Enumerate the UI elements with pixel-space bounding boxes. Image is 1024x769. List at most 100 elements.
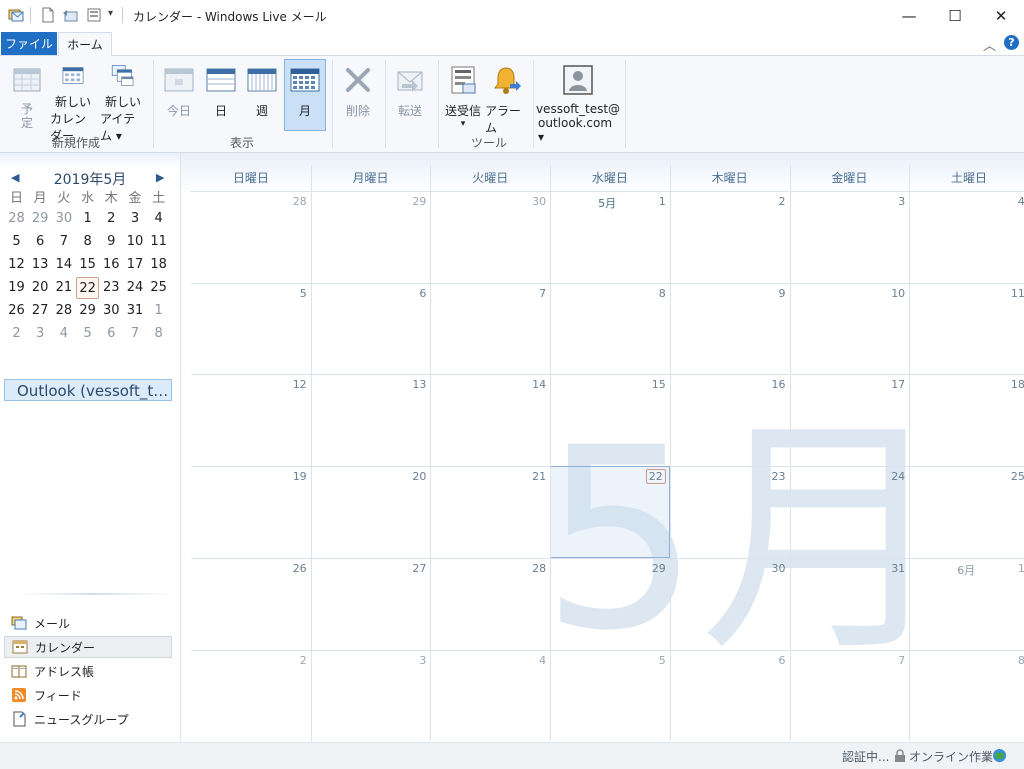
mini-calendar-day[interactable]: 31 xyxy=(124,300,147,322)
calendar-day-cell[interactable]: 30 xyxy=(669,557,790,650)
mini-calendar-day[interactable]: 5 xyxy=(76,323,99,345)
mini-calendar-day[interactable]: 8 xyxy=(147,323,170,345)
calendar-day-cell[interactable]: 10 xyxy=(789,282,910,375)
calendar-day-cell[interactable]: 5月 1 xyxy=(550,191,670,283)
send-receive-dropdown-icon[interactable]: ▾ xyxy=(461,119,466,129)
customize-dropdown-icon[interactable]: ▾ xyxy=(108,8,113,19)
mini-calendar-day[interactable]: 4 xyxy=(147,208,170,230)
calendar-day-cell[interactable]: 30 xyxy=(430,191,551,283)
calendar-day-cell[interactable]: 25 xyxy=(909,466,1024,558)
calendar-day-cell[interactable]: 19 xyxy=(191,466,311,558)
calendar-day-cell[interactable]: 31 xyxy=(789,557,910,650)
calendar-day-cell[interactable]: 27 xyxy=(310,557,431,650)
nav-item-mail[interactable]: メール xyxy=(4,612,172,634)
calendar-day-cell[interactable]: 4 xyxy=(909,191,1024,283)
calendar-day-cell[interactable]: 5 xyxy=(550,649,670,742)
alarm-button[interactable]: アラーム xyxy=(485,60,527,144)
new-item-button[interactable]: 新しい アイテム ▾ xyxy=(100,60,146,144)
maximize-button[interactable]: ☐ xyxy=(932,0,978,31)
calendar-day-cell[interactable]: 4 xyxy=(430,649,551,742)
calendar-day-cell[interactable]: 13 xyxy=(310,374,431,466)
calendar-day-cell[interactable]: 7 xyxy=(789,649,910,742)
nav-item-calendar[interactable]: カレンダー xyxy=(4,636,172,658)
mini-calendar-day[interactable]: 30 xyxy=(52,208,75,230)
delete-button[interactable]: 削除 xyxy=(338,60,378,144)
calendar-day-cell[interactable]: 2 xyxy=(191,649,311,742)
mini-calendar-day[interactable]: 20 xyxy=(29,277,52,299)
forward-button[interactable]: 転送 xyxy=(390,60,430,144)
calendar-day-cell[interactable]: 6月 1 xyxy=(909,557,1024,650)
mini-calendar-day[interactable]: 28 xyxy=(5,208,28,230)
mini-calendar-day[interactable]: 23 xyxy=(100,277,123,299)
calendar-day-cell[interactable]: 6 xyxy=(310,282,431,375)
day-button[interactable]: 日 xyxy=(202,60,240,144)
mini-calendar-day[interactable]: 29 xyxy=(29,208,52,230)
mini-calendar-day[interactable]: 7 xyxy=(124,323,147,345)
mini-calendar-day[interactable]: 1 xyxy=(147,300,170,322)
mini-calendar-day[interactable]: 21 xyxy=(52,277,75,299)
mini-calendar-day[interactable]: 27 xyxy=(29,300,52,322)
new-document-icon[interactable] xyxy=(40,7,56,23)
calendar-day-cell[interactable]: 2 xyxy=(669,191,790,283)
mini-calendar-day[interactable]: 2 xyxy=(5,323,28,345)
mail-app-icon[interactable] xyxy=(8,7,24,23)
mini-calendar-today[interactable]: 22 xyxy=(76,277,100,299)
mini-calendar-day[interactable]: 15 xyxy=(76,254,99,276)
calendar-day-cell[interactable]: 29 xyxy=(310,191,431,283)
mini-calendar-day[interactable]: 13 xyxy=(29,254,52,276)
mini-calendar-day[interactable]: 2 xyxy=(100,208,123,230)
mini-calendar-day[interactable]: 3 xyxy=(29,323,52,345)
mini-calendar-day[interactable]: 5 xyxy=(5,231,28,253)
account-button[interactable]: vessoft_test@ outlook.com ▾ xyxy=(536,60,620,144)
send-receive-icon[interactable] xyxy=(86,7,102,23)
reply-icon[interactable] xyxy=(62,7,78,23)
minimize-button[interactable]: — xyxy=(886,0,932,31)
calendar-day-cell[interactable]: 15 xyxy=(550,374,670,466)
calendar-day-cell[interactable]: 8 xyxy=(550,282,670,375)
month-button[interactable]: 月 xyxy=(284,59,326,131)
calendar-day-cell[interactable]: 12 xyxy=(191,374,311,466)
mini-calendar-day[interactable]: 8 xyxy=(76,231,99,253)
mini-calendar-day[interactable]: 1 xyxy=(76,208,99,230)
mini-calendar-day[interactable]: 28 xyxy=(52,300,75,322)
calendar-day-cell[interactable]: 3 xyxy=(310,649,431,742)
calendar-day-cell[interactable]: 16 xyxy=(669,374,790,466)
mini-calendar-day[interactable]: 25 xyxy=(147,277,170,299)
calendar-day-cell[interactable]: 28 xyxy=(191,191,311,283)
mini-calendar-day[interactable]: 12 xyxy=(5,254,28,276)
mini-calendar-day[interactable]: 17 xyxy=(124,254,147,276)
collapse-ribbon-button[interactable]: ︿ xyxy=(983,35,996,54)
nav-item-address-book[interactable]: アドレス帳 xyxy=(4,660,172,682)
tab-home[interactable]: ホーム xyxy=(58,32,112,56)
mini-calendar-day[interactable]: 26 xyxy=(5,300,28,322)
new-calendar-button[interactable]: 新しい カレンダー xyxy=(50,60,96,144)
event-button[interactable]: 予定 xyxy=(8,60,46,144)
mini-calendar-day[interactable]: 3 xyxy=(124,208,147,230)
calendar-day-cell[interactable]: 18 xyxy=(909,374,1024,466)
calendar-day-cell[interactable]: 7 xyxy=(430,282,551,375)
calendar-day-cell[interactable]: 14 xyxy=(430,374,551,466)
close-button[interactable]: ✕ xyxy=(978,0,1024,31)
calendar-day-cell[interactable]: 6 xyxy=(669,649,790,742)
calendar-day-cell[interactable]: 28 xyxy=(430,557,551,650)
mini-calendar-day[interactable]: 24 xyxy=(124,277,147,299)
calendar-day-cell[interactable]: 8 xyxy=(909,649,1024,742)
calendar-day-cell[interactable]: 20 xyxy=(310,466,431,558)
nav-item-newsgroup[interactable]: ニュースグループ xyxy=(4,708,172,730)
mini-calendar-day[interactable]: 6 xyxy=(100,323,123,345)
calendar-day-cell[interactable]: 26 xyxy=(191,557,311,650)
mini-calendar-day[interactable]: 11 xyxy=(147,231,170,253)
calendar-day-cell[interactable]: 9 xyxy=(669,282,790,375)
next-month-icon[interactable]: ▶ xyxy=(156,171,164,184)
mini-calendar-day[interactable]: 19 xyxy=(5,277,28,299)
calendar-list-item[interactable]: Outlook (vessoft_t… xyxy=(4,379,172,401)
calendar-day-cell[interactable]: 5 xyxy=(191,282,311,375)
tab-file[interactable]: ファイル xyxy=(1,32,57,55)
calendar-day-cell[interactable]: 23 xyxy=(669,466,790,558)
calendar-day-cell[interactable]: 29 xyxy=(550,557,670,650)
today-button[interactable]: 今日 xyxy=(160,60,198,144)
calendar-day-cell[interactable]: 24 xyxy=(789,466,910,558)
mini-calendar-day[interactable]: 4 xyxy=(52,323,75,345)
calendar-day-cell[interactable]: 21 xyxy=(430,466,551,558)
mini-calendar-day[interactable]: 14 xyxy=(52,254,75,276)
